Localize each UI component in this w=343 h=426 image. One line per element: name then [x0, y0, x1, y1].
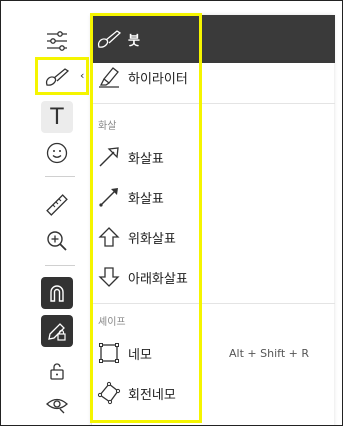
- menu-item-line-arrow[interactable]: 화살표: [92, 177, 335, 217]
- menu-item-label: 붓: [128, 33, 140, 49]
- toolbar-divider: [45, 176, 75, 177]
- section-label-shapes: 셰이프: [98, 317, 126, 328]
- brush-tool-menu: 붓 하이라이터 화살 화살표 화살표 위화살표 아래화살표 셰이프 네모 Alt…: [91, 15, 335, 425]
- menu-item-label: 화살표: [128, 191, 164, 207]
- visibility-button[interactable]: [41, 389, 73, 421]
- shortcut-label: Alt + Shift + R: [229, 346, 309, 360]
- menu-item-label: 네모: [128, 347, 152, 363]
- pen-highlight-box: [35, 57, 89, 95]
- menu-item-arrow[interactable]: 화살표: [92, 137, 335, 177]
- rotated-rectangle-icon: [97, 381, 121, 405]
- left-toolbar: ‹ T: [7, 1, 89, 425]
- brush-icon: [97, 30, 122, 48]
- menu-item-rotated-rectangle[interactable]: 회전네모: [92, 373, 335, 413]
- menu-item-label: 위화살표: [128, 231, 176, 247]
- menu-item-label: 회전네모: [128, 387, 176, 403]
- smiley-icon: [46, 142, 68, 164]
- toolbar-divider: [45, 265, 75, 266]
- magnet-button[interactable]: [41, 277, 73, 309]
- menu-item-label: 아래화살표: [128, 271, 188, 287]
- unlock-button[interactable]: [41, 355, 73, 387]
- text-tool-button[interactable]: T: [41, 101, 73, 133]
- ruler-icon: [46, 194, 68, 216]
- menu-divider: [92, 103, 335, 104]
- menu-item-highlighter[interactable]: 하이라이터: [92, 57, 335, 97]
- highlighter-icon: [99, 67, 119, 88]
- arrow-icon: [99, 147, 119, 167]
- up-arrow-icon: [98, 227, 120, 247]
- eye-icon: [46, 398, 68, 414]
- menu-item-down-arrow[interactable]: 아래화살표: [92, 257, 335, 297]
- line-arrow-icon: [99, 188, 118, 207]
- ruler-button[interactable]: [41, 189, 73, 221]
- menu-item-up-arrow[interactable]: 위화살표: [92, 217, 335, 257]
- lock-pen-button[interactable]: [41, 315, 73, 347]
- text-icon: T: [50, 104, 64, 130]
- menu-divider: [92, 303, 335, 304]
- zoom-in-icon: [47, 231, 67, 251]
- app-frame: ‹ T 붓 하이라이터 화살 화살표 화살표 위화살표 아래화살표 셰이프 네모…: [0, 0, 343, 426]
- down-arrow-icon: [98, 267, 120, 287]
- rectangle-icon: [99, 343, 119, 363]
- emoji-button[interactable]: [41, 137, 73, 169]
- section-label-arrows: 화살: [98, 121, 117, 132]
- lock-pen-icon: [48, 323, 66, 341]
- menu-item-label: 하이라이터: [128, 71, 188, 87]
- sliders-button[interactable]: [41, 25, 73, 57]
- menu-item-rectangle[interactable]: 네모 Alt + Shift + R: [92, 333, 335, 373]
- menu-item-label: 화살표: [128, 151, 164, 167]
- magnet-icon: [50, 285, 64, 302]
- sliders-icon: [47, 31, 67, 51]
- unlock-icon: [50, 363, 64, 380]
- menu-item-brush[interactable]: 붓: [92, 19, 335, 59]
- zoom-in-button[interactable]: [41, 225, 73, 257]
